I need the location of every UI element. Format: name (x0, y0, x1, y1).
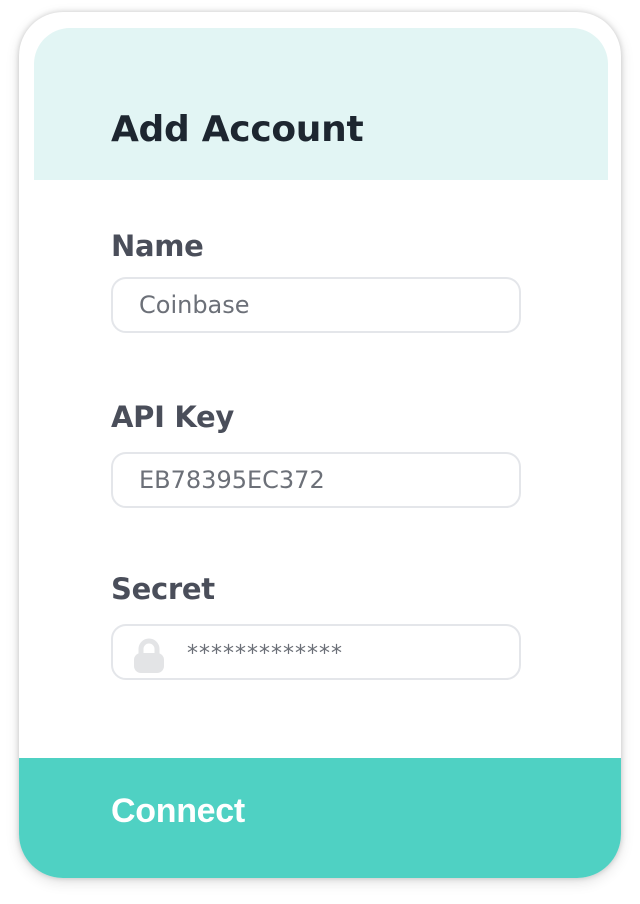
add-account-card: Add Account Name Coinbase API Key EB7839… (19, 12, 621, 878)
card-header: Add Account (34, 28, 608, 180)
api-key-input[interactable]: EB78395EC372 (111, 452, 521, 508)
secret-input-value: ************* (187, 641, 343, 667)
connect-button-label: Connect (111, 792, 245, 830)
connect-button[interactable]: Connect (19, 758, 621, 878)
secret-label: Secret (111, 572, 215, 606)
api-key-label: API Key (111, 400, 235, 434)
secret-input[interactable]: ************* (111, 624, 521, 680)
lock-icon (132, 638, 166, 674)
name-label: Name (111, 229, 204, 263)
name-input[interactable]: Coinbase (111, 277, 521, 333)
api-key-input-value: EB78395EC372 (139, 466, 325, 494)
page-title: Add Account (111, 109, 364, 150)
name-input-value: Coinbase (139, 291, 250, 319)
